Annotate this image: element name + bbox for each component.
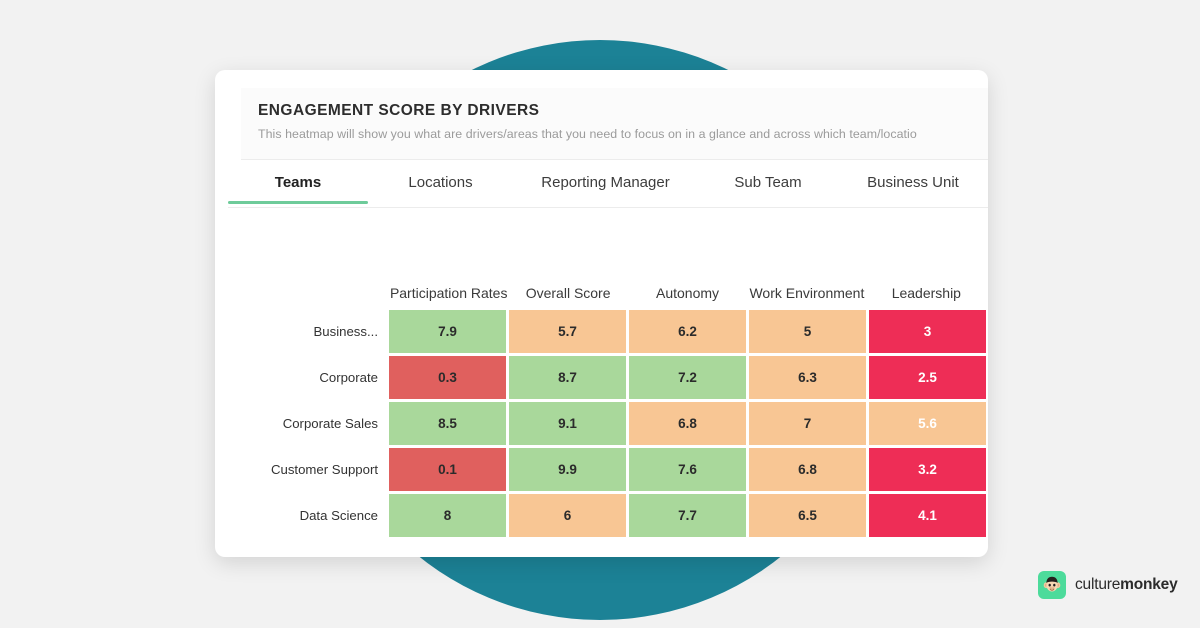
heatmap-cell[interactable]: 9.1 — [509, 402, 626, 445]
page-title: ENGAGEMENT SCORE BY DRIVERS — [258, 102, 988, 120]
heatmap-column-header: Work Environment — [747, 282, 866, 310]
card-subtitle: This heatmap will show you what are driv… — [258, 127, 988, 141]
tab-business-unit[interactable]: Business Unit — [838, 170, 988, 203]
engagement-card: ENGAGEMENT SCORE BY DRIVERS This heatmap… — [215, 70, 988, 557]
heatmap-column-header: Participation Rates — [389, 282, 508, 310]
heatmap-row: Business...7.95.76.253 — [241, 310, 986, 353]
heatmap-cell[interactable]: 6 — [509, 494, 626, 537]
heatmap-cell[interactable]: 6.5 — [749, 494, 866, 537]
culturemonkey-logo: culturemonkey — [1038, 571, 1178, 599]
tab-teams[interactable]: Teams — [228, 170, 368, 203]
heatmap-cell[interactable]: 7.9 — [389, 310, 506, 353]
heatmap-cell[interactable]: 8.7 — [509, 356, 626, 399]
heatmap-cell[interactable]: 6.3 — [749, 356, 866, 399]
heatmap-column-header: Leadership — [867, 282, 986, 310]
heatmap-column-header: Autonomy — [628, 282, 747, 310]
tab-sub-team[interactable]: Sub Team — [698, 170, 838, 203]
card-header: ENGAGEMENT SCORE BY DRIVERS This heatmap… — [241, 88, 988, 160]
heatmap-cell[interactable]: 9.9 — [509, 448, 626, 491]
tab-bar: TeamsLocationsReporting ManagerSub TeamB… — [228, 170, 988, 208]
monkey-face-icon — [1038, 571, 1066, 599]
heatmap-cell[interactable]: 6.2 — [629, 310, 746, 353]
heatmap-row-label: Customer Support — [241, 448, 389, 491]
heatmap-cell[interactable]: 6.8 — [629, 402, 746, 445]
heatmap-cell[interactable]: 2.5 — [869, 356, 986, 399]
heatmap-row: Corporate0.38.77.26.32.5 — [241, 356, 986, 399]
heatmap-cell[interactable]: 7.2 — [629, 356, 746, 399]
heatmap-column-header: Overall Score — [508, 282, 627, 310]
heatmap-cell[interactable]: 0.1 — [389, 448, 506, 491]
heatmap-cell[interactable]: 8.5 — [389, 402, 506, 445]
heatmap-row: Data Science867.76.54.1 — [241, 494, 986, 537]
heatmap-cell[interactable]: 7.6 — [629, 448, 746, 491]
heatmap-cell[interactable]: 5.7 — [509, 310, 626, 353]
heatmap-row: Customer Support0.19.97.66.83.2 — [241, 448, 986, 491]
engagement-heatmap: Participation RatesOverall ScoreAutonomy… — [241, 248, 986, 540]
logo-text-bold: monkey — [1120, 576, 1177, 593]
logo-text-light: culture — [1075, 576, 1120, 593]
heatmap-row-label: Corporate Sales — [241, 402, 389, 445]
heatmap-header-row: Participation RatesOverall ScoreAutonomy… — [241, 248, 986, 310]
heatmap-cell[interactable]: 3 — [869, 310, 986, 353]
heatmap-cell[interactable]: 5 — [749, 310, 866, 353]
heatmap-cell[interactable]: 6.8 — [749, 448, 866, 491]
heatmap-cell[interactable]: 7 — [749, 402, 866, 445]
heatmap-row-label: Corporate — [241, 356, 389, 399]
heatmap-body: Business...7.95.76.253Corporate0.38.77.2… — [241, 310, 986, 537]
heatmap-cell[interactable]: 8 — [389, 494, 506, 537]
tab-locations[interactable]: Locations — [368, 170, 513, 203]
heatmap-row: Corporate Sales8.59.16.875.6 — [241, 402, 986, 445]
logo-wordmark: culturemonkey — [1075, 576, 1178, 594]
heatmap-cell[interactable]: 4.1 — [869, 494, 986, 537]
page-root: ENGAGEMENT SCORE BY DRIVERS This heatmap… — [0, 0, 1200, 628]
tab-reporting-manager[interactable]: Reporting Manager — [513, 170, 698, 203]
heatmap-cell[interactable]: 7.7 — [629, 494, 746, 537]
heatmap-row-label: Data Science — [241, 494, 389, 537]
heatmap-row-label: Business... — [241, 310, 389, 353]
heatmap-cell[interactable]: 5.6 — [869, 402, 986, 445]
heatmap-cell[interactable]: 3.2 — [869, 448, 986, 491]
heatmap-cell[interactable]: 0.3 — [389, 356, 506, 399]
